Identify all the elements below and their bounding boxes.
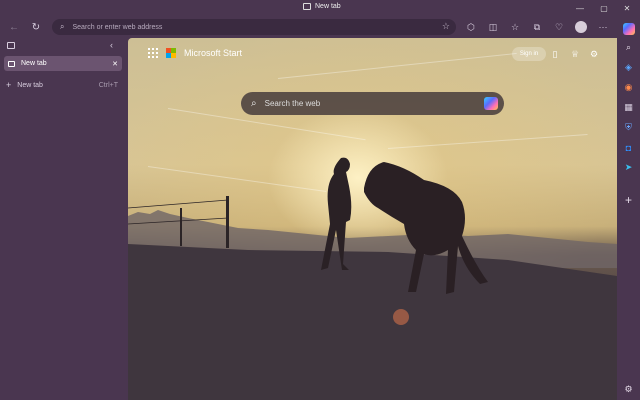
search-placeholder: Search the web	[264, 99, 321, 108]
edge-sidebar: ⌕ ◈ ◉ ▦ ⛨ ◘ ➤ + ⚙	[617, 16, 640, 400]
sign-in-button[interactable]: Sign in	[512, 47, 546, 61]
new-tab-shortcut: Ctrl+T	[98, 81, 118, 89]
add-icon: +	[6, 80, 12, 90]
collapse-panel-icon[interactable]: ‹	[110, 40, 113, 50]
tab-favicon-icon	[8, 60, 15, 67]
vertical-tabs-header: ‹	[0, 38, 128, 54]
title-bar: New tab — ▢ ✕	[0, 0, 640, 16]
tab-new-tab[interactable]: New tab ✕	[4, 56, 122, 71]
address-placeholder: Search or enter web address	[72, 23, 163, 31]
refresh-icon[interactable]: ↻	[28, 19, 44, 35]
start-page: Microsoft Start Sign in ▯ ♕ ⚙ ⌕ Search t…	[128, 38, 617, 400]
shopping-icon[interactable]: ◈	[621, 60, 636, 75]
split-screen-icon[interactable]: ◫	[485, 19, 501, 35]
copilot-icon[interactable]	[484, 97, 498, 110]
tab-label: New tab	[21, 60, 47, 67]
add-icon[interactable]: +	[621, 192, 636, 207]
web-search-box[interactable]: ⌕ Search the web	[241, 92, 504, 115]
fence-wire	[128, 199, 229, 209]
toolbar-right-icons: ⬡ ◫ ☆ ⧉ ♡ ···	[463, 19, 611, 35]
drop-icon[interactable]: ➤	[621, 160, 636, 175]
games-icon[interactable]: ◉	[621, 80, 636, 95]
security-icon[interactable]: ⛨	[621, 120, 636, 135]
lens-flare	[393, 309, 409, 325]
office-icon[interactable]: ▦	[621, 100, 636, 115]
outlook-icon[interactable]: ◘	[621, 140, 636, 155]
back-icon[interactable]: ←	[6, 19, 22, 35]
brand-title: Microsoft Start	[184, 48, 243, 58]
fence-post	[180, 208, 182, 246]
profile-icon[interactable]	[573, 19, 589, 35]
extensions-icon[interactable]: ⬡	[463, 19, 479, 35]
new-tab-label: New tab	[17, 81, 43, 89]
favorite-star-icon[interactable]: ☆	[442, 21, 450, 32]
fence-post	[226, 196, 229, 248]
window-title-text: New tab	[315, 3, 341, 10]
settings-icon[interactable]: ⚙	[621, 382, 636, 397]
tab-actions-icon[interactable]	[7, 42, 15, 49]
collections-icon[interactable]: ⧉	[529, 19, 545, 35]
phone-icon[interactable]: ▯	[548, 47, 562, 61]
maximize-button[interactable]: ▢	[597, 2, 611, 14]
trophy-icon[interactable]: ♕	[568, 47, 582, 61]
browser-essentials-icon[interactable]: ♡	[551, 19, 567, 35]
search-icon: ⌕	[251, 98, 257, 109]
address-bar[interactable]: ⌕ Search or enter web address ☆	[52, 19, 456, 35]
start-header: Microsoft Start	[148, 48, 242, 58]
favorites-icon[interactable]: ☆	[507, 19, 523, 35]
app-launcher-icon[interactable]	[148, 48, 158, 58]
search-icon: ⌕	[60, 22, 65, 31]
close-tab-icon[interactable]: ✕	[112, 60, 118, 68]
search-sidebar-icon[interactable]: ⌕	[621, 40, 636, 55]
field	[128, 244, 617, 400]
copilot-sidebar-icon[interactable]	[622, 22, 635, 35]
minimize-button[interactable]: —	[573, 2, 587, 14]
new-tab-button[interactable]: + New tab Ctrl+T	[6, 79, 118, 91]
gear-icon[interactable]: ⚙	[587, 47, 601, 61]
more-icon[interactable]: ···	[595, 19, 611, 35]
window-title: New tab	[303, 3, 341, 10]
microsoft-logo-icon	[166, 48, 176, 58]
close-button[interactable]: ✕	[620, 2, 634, 14]
tab-icon	[303, 3, 311, 10]
vertical-tabs-panel: ‹	[0, 38, 128, 400]
toolbar: ← ↻ ⌕ Search or enter web address ☆ ⬡ ◫ …	[0, 16, 640, 38]
